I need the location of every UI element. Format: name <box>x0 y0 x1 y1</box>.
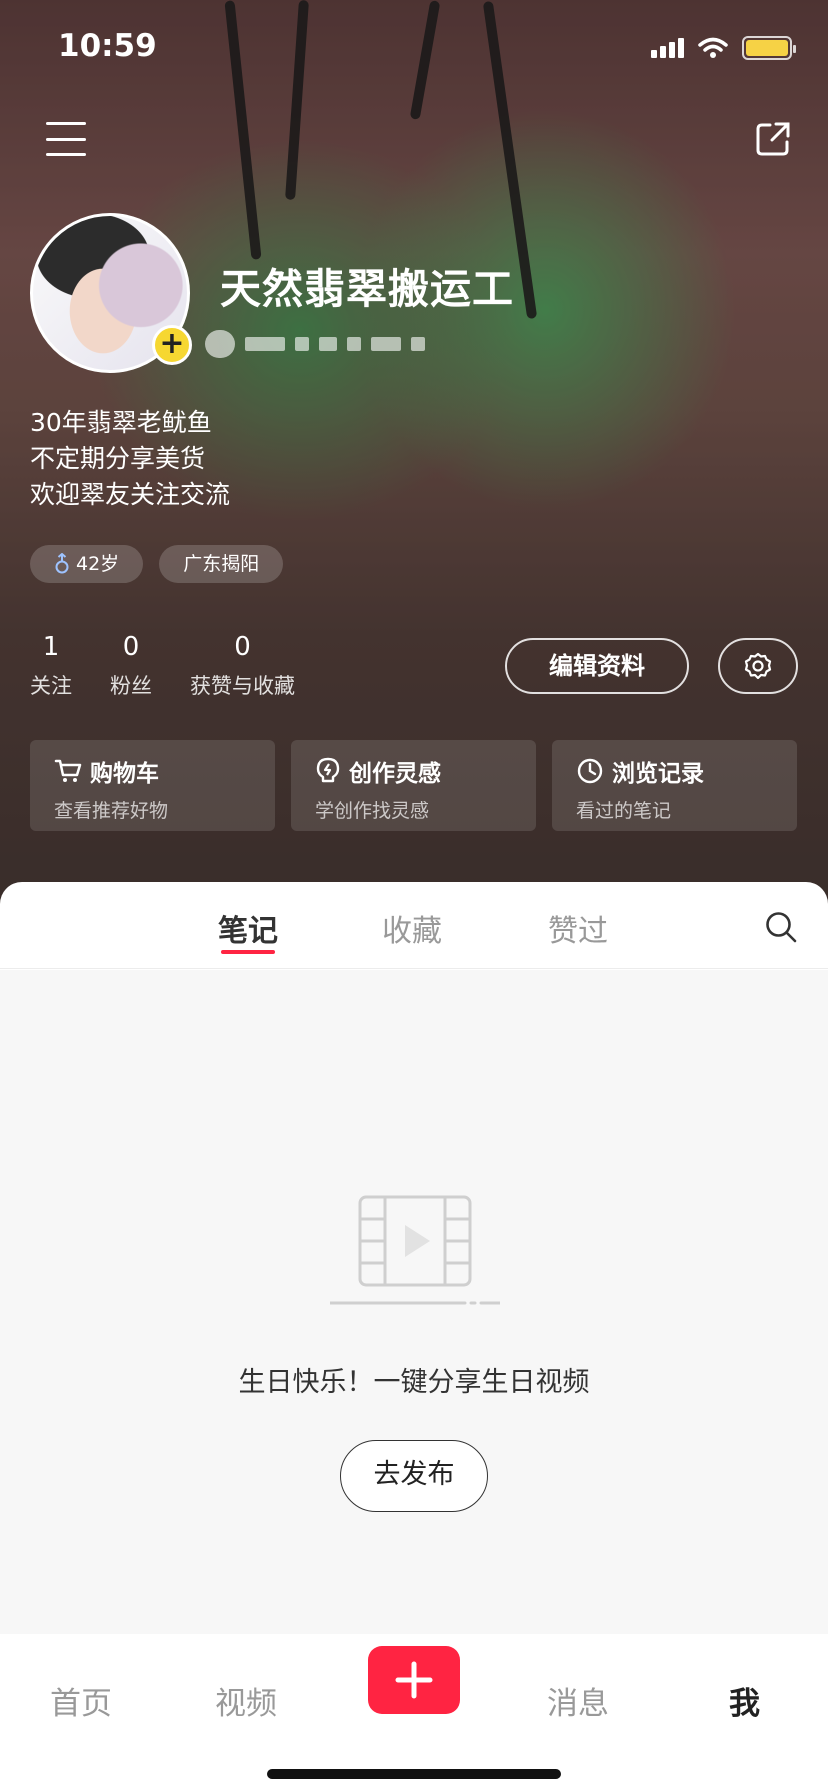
stat-value: 1 <box>42 632 60 662</box>
profile-tags: 42岁 广东揭阳 <box>30 545 284 583</box>
location-label: 广东揭阳 <box>183 553 260 575</box>
location-tag: 广东揭阳 <box>159 545 284 583</box>
status-time: 10:59 <box>58 28 157 64</box>
card-subtitle: 查看推荐好物 <box>54 800 169 822</box>
card-title: 购物车 <box>90 761 159 787</box>
bottom-navigation: 首页 视频 消息 我 <box>0 1634 828 1792</box>
profile-bio: 30年翡翠老鱿鱼 不定期分享美货 欢迎翠友关注交流 <box>30 405 230 513</box>
jade-cord-decoration <box>409 0 441 120</box>
content-tabs: 笔记 收藏 赞过 <box>0 882 828 969</box>
card-title: 浏览记录 <box>612 761 704 787</box>
creative-inspiration-card[interactable]: 创作灵感 学创作找灵感 <box>291 740 536 831</box>
share-icon[interactable] <box>754 120 792 158</box>
tab-notes[interactable]: 笔记 <box>218 906 278 950</box>
search-icon[interactable] <box>764 910 798 944</box>
bio-line: 欢迎翠友关注交流 <box>30 480 231 509</box>
card-subtitle: 学创作找灵感 <box>315 800 430 822</box>
stat-label: 关注 <box>30 674 72 698</box>
avatar-container[interactable]: + <box>30 213 192 373</box>
stat-likes-collections[interactable]: 0 获赞与收藏 <box>190 632 295 700</box>
video-film-icon <box>330 1195 500 1305</box>
stat-followers[interactable]: 0 粉丝 <box>110 632 152 700</box>
tab-liked[interactable]: 赞过 <box>548 906 608 950</box>
hamburger-icon-line <box>46 122 86 125</box>
nav-me[interactable]: 我 <box>729 1678 760 1723</box>
male-icon <box>55 553 69 574</box>
battery-icon <box>742 36 796 60</box>
profile-nickname: 天然翡翠搬运工 <box>220 265 514 313</box>
tab-collections[interactable]: 收藏 <box>382 906 442 950</box>
jade-cord-decoration <box>285 0 309 201</box>
jade-cord-decoration <box>224 0 262 260</box>
active-tab-indicator <box>221 950 275 954</box>
hamburger-icon-line <box>46 137 86 141</box>
stat-label: 获赞与收藏 <box>190 674 295 698</box>
empty-state: 生日快乐！一键分享生日视频 去发布 <box>0 970 828 1634</box>
age-label: 42岁 <box>76 553 120 575</box>
settings-button[interactable] <box>718 638 798 694</box>
quick-cards: 购物车 查看推荐好物 创作灵感 学创作找灵感 浏览记录 看过的笔记 <box>30 740 797 831</box>
browsing-history-card[interactable]: 浏览记录 看过的笔记 <box>552 740 797 831</box>
wifi-icon <box>698 37 728 58</box>
age-tag: 42岁 <box>30 545 144 583</box>
nav-video[interactable]: 视频 <box>215 1678 277 1723</box>
card-title: 创作灵感 <box>349 761 441 787</box>
cellular-signal-icon <box>651 38 684 58</box>
clock-icon <box>577 758 603 784</box>
stat-value: 0 <box>234 632 251 662</box>
status-icons <box>651 36 796 60</box>
publish-button[interactable]: 去发布 <box>340 1440 488 1512</box>
stat-label: 粉丝 <box>110 674 152 698</box>
menu-button[interactable] <box>46 122 86 156</box>
card-subtitle: 看过的笔记 <box>576 800 672 822</box>
home-indicator <box>267 1769 561 1779</box>
empty-state-message: 生日快乐！一键分享生日视频 <box>238 1367 590 1398</box>
cart-icon <box>54 759 82 782</box>
add-avatar-plus-icon[interactable]: + <box>152 325 192 365</box>
shopping-cart-card[interactable]: 购物车 查看推荐好物 <box>30 740 275 831</box>
plus-icon <box>395 1661 433 1699</box>
edit-profile-button[interactable]: 编辑资料 <box>505 638 689 694</box>
content-panel: 笔记 收藏 赞过 生日快乐！一键分享生日视频 去发布 <box>0 882 828 1634</box>
nav-messages[interactable]: 消息 <box>547 1678 609 1723</box>
bio-line: 30年翡翠老鱿鱼 <box>30 408 212 437</box>
bio-line: 不定期分享美货 <box>30 444 206 473</box>
hamburger-icon-line <box>46 153 86 156</box>
stat-value: 0 <box>122 632 140 662</box>
gear-icon <box>744 652 772 680</box>
account-id-blurred <box>205 330 425 358</box>
create-post-button[interactable] <box>368 1646 460 1714</box>
lightbulb-icon <box>316 757 340 783</box>
stat-following[interactable]: 1 关注 <box>30 632 72 700</box>
profile-stats: 1 关注 0 粉丝 0 获赞与收藏 <box>30 632 295 700</box>
nav-home[interactable]: 首页 <box>50 1678 112 1723</box>
